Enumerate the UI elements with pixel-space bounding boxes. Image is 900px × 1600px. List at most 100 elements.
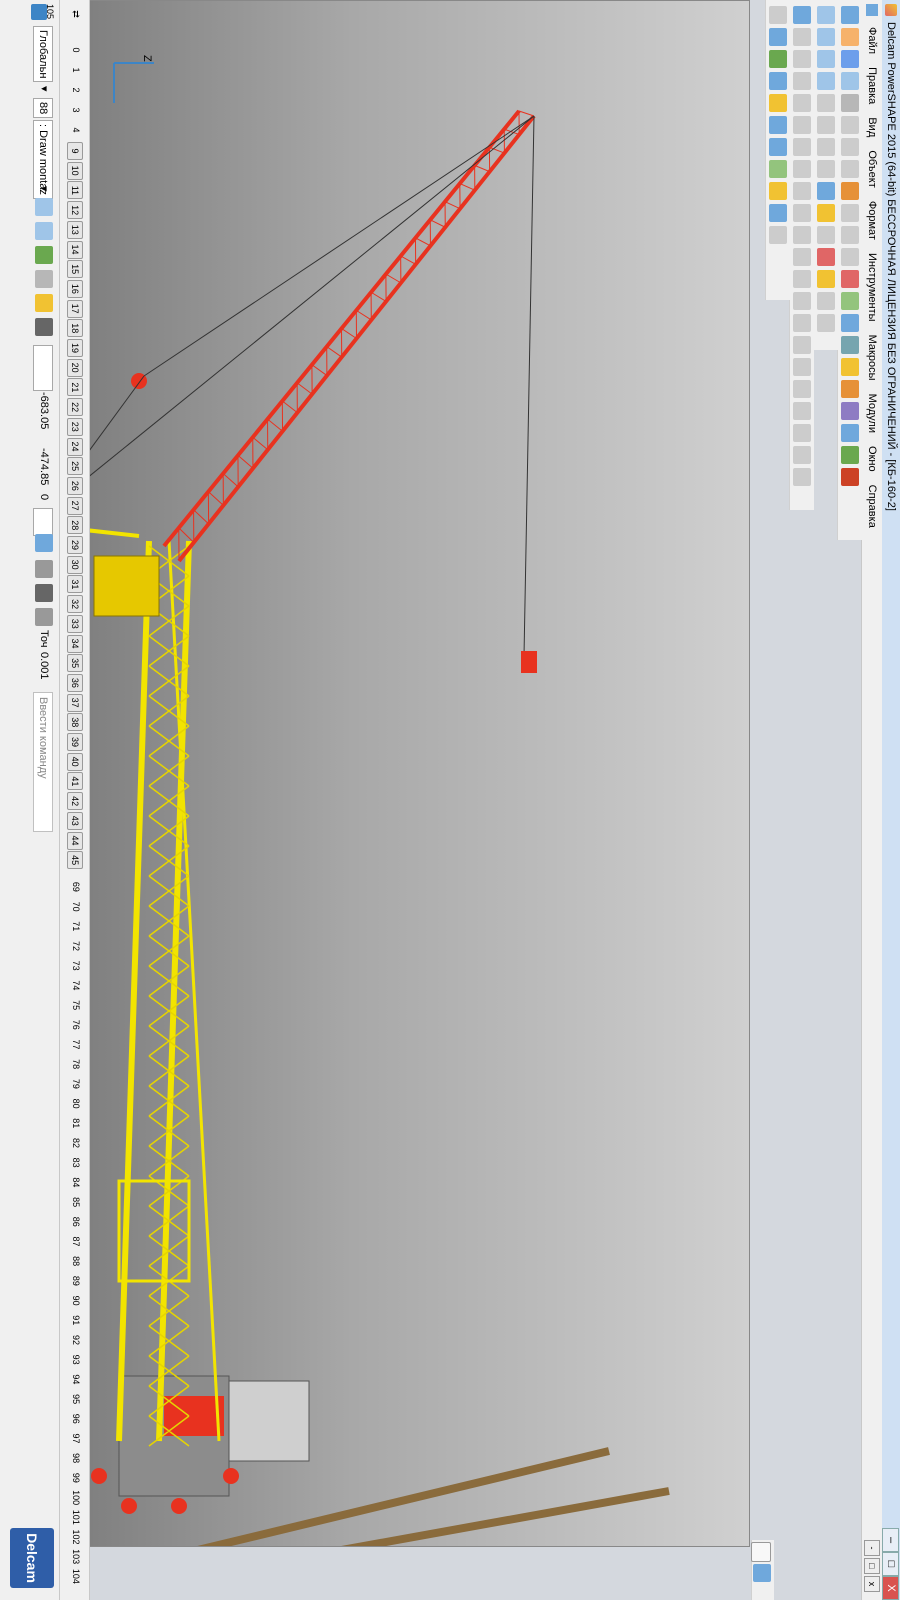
snapshot-icon[interactable] xyxy=(769,204,787,222)
level-item[interactable]: 20 xyxy=(67,358,83,377)
mesh-icon[interactable] xyxy=(841,424,859,442)
pan-icon[interactable] xyxy=(817,138,835,156)
surface-icon[interactable] xyxy=(841,380,859,398)
level-item[interactable]: 74 xyxy=(69,977,83,993)
menu-file[interactable]: Файл xyxy=(862,22,882,59)
wireframe-view-icon[interactable] xyxy=(35,222,53,240)
level-item[interactable]: 37 xyxy=(67,693,83,712)
shaded-view-icon[interactable] xyxy=(35,198,53,216)
level-item[interactable]: 19 xyxy=(67,339,83,357)
print-icon[interactable] xyxy=(841,72,859,90)
material-icon[interactable] xyxy=(769,160,787,178)
blend-icon[interactable] xyxy=(793,424,811,442)
level-item[interactable]: 90 xyxy=(69,1293,83,1309)
level-item[interactable]: 11 xyxy=(67,181,83,200)
level-item[interactable]: 18 xyxy=(67,319,83,338)
level-item[interactable]: 22 xyxy=(67,398,83,417)
mirror-icon[interactable] xyxy=(793,292,811,310)
level-item[interactable]: 80 xyxy=(69,1096,83,1112)
level-item[interactable]: 25 xyxy=(67,457,83,476)
snap-icon[interactable] xyxy=(35,608,53,626)
coord-spare-field[interactable] xyxy=(33,508,53,536)
level-item[interactable]: 84 xyxy=(69,1174,83,1190)
level-mode-icon[interactable]: ⇄ xyxy=(69,6,83,22)
level-item[interactable]: 43 xyxy=(67,811,83,830)
info-icon[interactable] xyxy=(769,116,787,134)
feature-icon[interactable] xyxy=(793,248,811,266)
level-item[interactable]: 89 xyxy=(69,1273,83,1289)
copy-icon[interactable] xyxy=(841,116,859,134)
delete-icon[interactable] xyxy=(841,160,859,178)
level-item[interactable]: 29 xyxy=(67,536,83,554)
text-icon[interactable] xyxy=(841,358,859,376)
menu-help[interactable]: Справка xyxy=(862,480,882,533)
open-icon[interactable] xyxy=(841,28,859,46)
torus-icon[interactable] xyxy=(817,292,835,310)
level-item[interactable]: 93 xyxy=(69,1352,83,1368)
mdi-restore-button[interactable]: □ xyxy=(864,1558,880,1574)
material-view-icon[interactable] xyxy=(35,270,53,288)
level-item[interactable]: 39 xyxy=(67,733,83,751)
extrude-icon[interactable] xyxy=(793,116,811,134)
undo-icon[interactable] xyxy=(841,182,859,200)
level-item[interactable]: 104 xyxy=(69,1568,83,1584)
render-style-icon[interactable] xyxy=(753,1564,771,1582)
cone-icon[interactable] xyxy=(817,270,835,288)
globe-icon[interactable] xyxy=(817,226,835,244)
level-item[interactable]: 13 xyxy=(67,220,83,239)
level-item[interactable]: 41 xyxy=(67,772,83,791)
level-item[interactable]: 45 xyxy=(67,851,83,870)
select-icon[interactable] xyxy=(841,270,859,288)
level-item[interactable]: 82 xyxy=(69,1135,83,1151)
command-input[interactable]: Ввести команду xyxy=(33,692,53,832)
level-item[interactable]: 96 xyxy=(69,1411,83,1427)
level-item[interactable]: 38 xyxy=(67,713,83,732)
fillet-icon[interactable] xyxy=(793,160,811,178)
block-icon[interactable] xyxy=(793,72,811,90)
paste-icon[interactable] xyxy=(841,138,859,156)
level-item[interactable]: 103 xyxy=(69,1549,83,1565)
level-item[interactable]: 98 xyxy=(69,1450,83,1466)
level-item[interactable]: 31 xyxy=(67,575,83,594)
level-item[interactable]: 99 xyxy=(69,1470,83,1486)
filter-icon[interactable] xyxy=(769,6,787,24)
level-item[interactable]: 12 xyxy=(67,201,83,220)
workspace-icon[interactable] xyxy=(35,560,53,578)
ungroup-icon[interactable] xyxy=(769,72,787,90)
level-item[interactable]: 76 xyxy=(69,1017,83,1033)
level-item[interactable]: 70 xyxy=(69,899,83,915)
level-number[interactable]: 88 xyxy=(33,98,53,119)
level-item[interactable]: 21 xyxy=(67,378,83,397)
restore-button[interactable]: □ xyxy=(882,1552,899,1576)
zoom-icon[interactable] xyxy=(817,94,835,112)
level-item[interactable]: 9 xyxy=(67,142,83,160)
menu-format[interactable]: Формат xyxy=(862,196,882,245)
line-icon[interactable] xyxy=(841,292,859,310)
graphics-viewport[interactable]: Z xyxy=(88,0,750,1547)
level-item[interactable]: 33 xyxy=(67,614,83,633)
level-item[interactable]: 77 xyxy=(69,1037,83,1053)
empty-field[interactable] xyxy=(33,345,53,391)
view-side-icon[interactable] xyxy=(817,50,835,68)
level-item[interactable]: 3 xyxy=(69,102,83,118)
level-item[interactable]: 2 xyxy=(69,82,83,98)
workplane-dropdown[interactable]: Глобальн xyxy=(33,26,53,83)
level-item[interactable]: 23 xyxy=(67,417,83,436)
level-item[interactable]: 44 xyxy=(67,831,83,850)
level-item[interactable]: 15 xyxy=(67,260,83,279)
scale-icon[interactable] xyxy=(793,314,811,332)
level-item[interactable]: 10 xyxy=(67,161,83,180)
wizard-icon[interactable] xyxy=(841,468,859,486)
level-item[interactable]: 92 xyxy=(69,1332,83,1348)
select-all-icon[interactable] xyxy=(769,28,787,46)
level-item[interactable]: 95 xyxy=(69,1391,83,1407)
menu-macros[interactable]: Макросы xyxy=(862,330,882,386)
level-item[interactable]: 0 xyxy=(69,42,83,58)
level-item[interactable]: 4 xyxy=(69,122,83,138)
ruler-icon[interactable] xyxy=(35,584,53,602)
level-item[interactable]: 24 xyxy=(67,437,83,456)
level-item[interactable]: 34 xyxy=(67,634,83,653)
menu-view[interactable]: Вид xyxy=(862,112,882,142)
chamfer-icon[interactable] xyxy=(793,182,811,200)
menu-tools[interactable]: Инструменты xyxy=(862,248,882,327)
